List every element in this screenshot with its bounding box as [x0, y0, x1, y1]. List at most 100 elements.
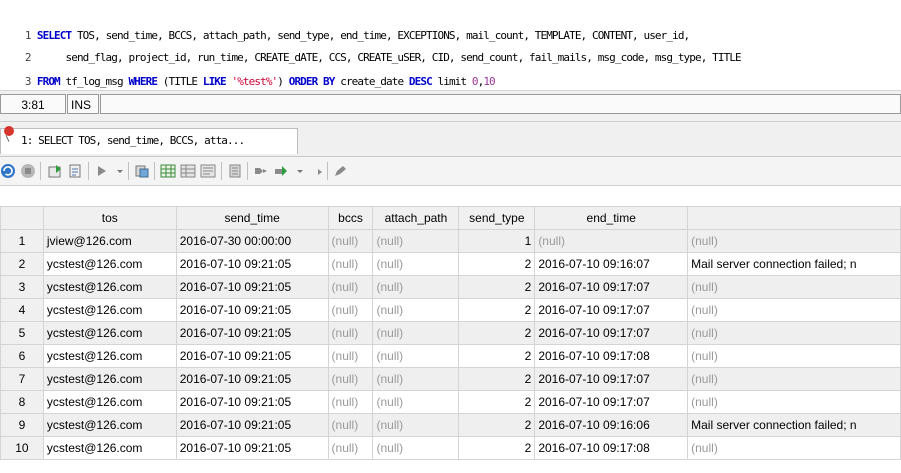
cell-send-time[interactable]: 2016-07-10 09:21:05	[175, 367, 329, 391]
cell-send-type[interactable]: 2	[458, 436, 536, 460]
cell-bccs[interactable]: (null)	[327, 229, 374, 253]
cell-attach-path[interactable]: (null)	[372, 436, 460, 460]
cell-tos[interactable]: ycstest@126.com	[42, 252, 177, 276]
table-row[interactable]: 2 ycstest@126.com 2016-07-10 09:21:05 (null…	[0, 252, 901, 276]
refresh-icon[interactable]	[0, 163, 16, 179]
cell-send-time[interactable]: 2016-07-10 09:21:05	[175, 275, 329, 299]
cell-row-number[interactable]: 4	[0, 298, 44, 322]
table-row[interactable]: 3 ycstest@126.com 2016-07-10 09:21:05 (null…	[0, 275, 901, 299]
cell-attach-path[interactable]: (null)	[372, 321, 460, 345]
cell-row-number[interactable]: 3	[0, 275, 44, 299]
cell-end-time[interactable]: 2016-07-10 09:17:07	[534, 390, 689, 414]
cell-send-time[interactable]: 2016-07-30 00:00:00	[175, 229, 329, 253]
page-dropdown-icon[interactable]	[112, 163, 128, 179]
cell-row-number[interactable]: 5	[0, 321, 44, 345]
code-line-3[interactable]: 3 FROM tf_log_msg WHERE (TITLE LIKE '%tes…	[0, 49, 496, 88]
cell-bccs[interactable]: (null)	[327, 298, 374, 322]
cell-attach-path[interactable]: (null)	[372, 275, 460, 299]
cell-tos[interactable]: ycstest@126.com	[42, 321, 177, 345]
table-row[interactable]: 10 ycstest@126.com 2016-07-10 09:21:05 (nul…	[0, 436, 901, 460]
cell-end-time[interactable]: 2016-07-10 09:16:06	[534, 413, 689, 437]
cell-exceptions[interactable]: (null)	[687, 436, 901, 460]
code-line-1[interactable]: 1 SELECT TOS, send_time, BCCS, attach_pat…	[0, 3, 690, 42]
cell-bccs[interactable]: (null)	[327, 275, 374, 299]
cell-send-time[interactable]: 2016-07-10 09:21:05	[175, 390, 329, 414]
cell-send-time[interactable]: 2016-07-10 09:21:05	[175, 321, 329, 345]
cell-send-type[interactable]: 2	[458, 367, 536, 391]
cell-row-number[interactable]: 6	[0, 344, 44, 368]
cell-end-time[interactable]: 2016-07-10 09:17:08	[534, 436, 689, 460]
cell-send-type[interactable]: 2	[458, 321, 536, 345]
cell-attach-path[interactable]: (null)	[372, 413, 460, 437]
cell-attach-path[interactable]: (null)	[372, 298, 460, 322]
column-header-send-time[interactable]: send_time	[175, 206, 329, 230]
cell-send-type[interactable]: 1	[458, 229, 536, 253]
cell-bccs[interactable]: (null)	[327, 436, 374, 460]
table-row[interactable]: 9 ycstest@126.com 2016-07-10 09:21:05 (null…	[0, 413, 901, 437]
cell-exceptions[interactable]: (null)	[687, 344, 901, 368]
table-row[interactable]: 4 ycstest@126.com 2016-07-10 09:21:05 (null…	[0, 298, 901, 322]
column-header-attach-path[interactable]: attach_path	[372, 206, 460, 230]
cell-bccs[interactable]: (null)	[327, 390, 374, 414]
record-up-icon[interactable]	[308, 163, 324, 179]
cell-send-time[interactable]: 2016-07-10 09:21:05	[175, 413, 329, 437]
result-tab-1[interactable]: 1: SELECT TOS, send_time, BCCS, atta...	[0, 126, 298, 154]
form-view-icon[interactable]	[180, 163, 196, 179]
cell-row-number[interactable]: 10	[0, 436, 44, 460]
cell-send-time[interactable]: 2016-07-10 09:21:05	[175, 436, 329, 460]
table-row[interactable]: 6 ycstest@126.com 2016-07-10 09:21:05 (null…	[0, 344, 901, 368]
cell-row-number[interactable]: 2	[0, 252, 44, 276]
filter-icon[interactable]	[67, 163, 83, 179]
cell-tos[interactable]: ycstest@126.com	[42, 298, 177, 322]
cell-bccs[interactable]: (null)	[327, 413, 374, 437]
cell-tos[interactable]: ycstest@126.com	[42, 367, 177, 391]
cell-exceptions[interactable]: (null)	[687, 390, 901, 414]
cell-tos[interactable]: jview@126.com	[42, 229, 177, 253]
cell-attach-path[interactable]: (null)	[372, 229, 460, 253]
cell-row-number[interactable]: 7	[0, 367, 44, 391]
column-header-send-type[interactable]: send_type	[458, 206, 536, 230]
grid-view-icon[interactable]	[160, 163, 176, 179]
cell-tos[interactable]: ycstest@126.com	[42, 275, 177, 299]
cell-tos[interactable]: ycstest@126.com	[42, 413, 177, 437]
cell-tos[interactable]: ycstest@126.com	[42, 344, 177, 368]
cell-send-time[interactable]: 2016-07-10 09:21:05	[175, 298, 329, 322]
cell-exceptions[interactable]: (null)	[687, 298, 901, 322]
column-header-exceptions[interactable]	[687, 206, 901, 230]
cell-tos[interactable]: ycstest@126.com	[42, 436, 177, 460]
export-icon[interactable]	[47, 163, 63, 179]
cell-bccs[interactable]: (null)	[327, 344, 374, 368]
fetch-all-icon[interactable]	[227, 163, 243, 179]
row-number-header[interactable]	[0, 206, 44, 230]
cell-row-number[interactable]: 9	[0, 413, 44, 437]
text-view-icon[interactable]	[200, 163, 216, 179]
cell-send-time[interactable]: 2016-07-10 09:21:05	[175, 252, 329, 276]
cell-send-type[interactable]: 2	[458, 390, 536, 414]
cell-end-time[interactable]: 2016-07-10 09:17:08	[534, 344, 689, 368]
column-header-tos[interactable]: tos	[42, 206, 177, 230]
cell-end-time[interactable]: (null)	[534, 229, 689, 253]
first-record-icon[interactable]	[253, 163, 269, 179]
cell-row-number[interactable]: 8	[0, 390, 44, 414]
nav-dropdown-icon[interactable]	[292, 163, 308, 179]
code-line-2[interactable]: 2 send_flag, project_id, run_time, CREAT…	[0, 25, 742, 64]
cell-exceptions[interactable]: Mail server connection failed; n	[687, 413, 901, 437]
column-header-bccs[interactable]: bccs	[327, 206, 374, 230]
cell-exceptions[interactable]: (null)	[687, 321, 901, 345]
cell-bccs[interactable]: (null)	[327, 367, 374, 391]
edit-icon[interactable]	[333, 163, 349, 179]
cell-send-type[interactable]: 2	[458, 275, 536, 299]
table-row[interactable]: 7 ycstest@126.com 2016-07-10 09:21:05 (null…	[0, 367, 901, 391]
cell-bccs[interactable]: (null)	[327, 321, 374, 345]
cell-row-number[interactable]: 1	[0, 229, 44, 253]
cell-send-type[interactable]: 2	[458, 298, 536, 322]
last-record-icon[interactable]	[273, 163, 289, 179]
cell-attach-path[interactable]: (null)	[372, 252, 460, 276]
cell-exceptions[interactable]: (null)	[687, 229, 901, 253]
cell-exceptions[interactable]: (null)	[687, 367, 901, 391]
cell-attach-path[interactable]: (null)	[372, 390, 460, 414]
cell-attach-path[interactable]: (null)	[372, 367, 460, 391]
stop-icon[interactable]	[20, 163, 36, 179]
column-header-end-time[interactable]: end_time	[534, 206, 689, 230]
cell-exceptions[interactable]: Mail server connection failed; n	[687, 252, 901, 276]
